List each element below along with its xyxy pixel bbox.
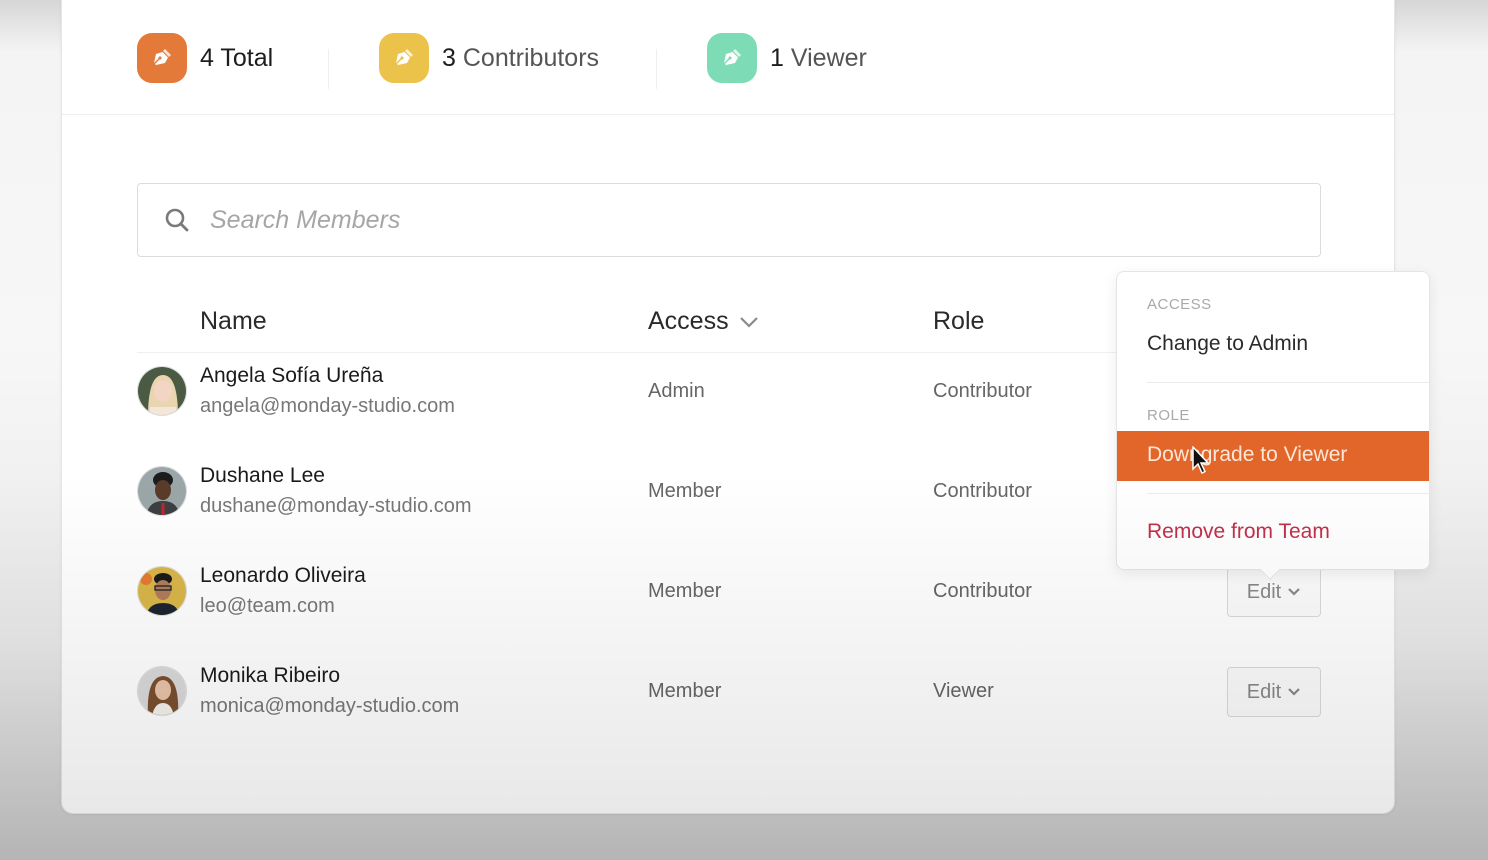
menu-item-downgrade-label: Downgrade to Viewer xyxy=(1147,443,1348,466)
member-role: Contributor xyxy=(933,580,1032,602)
stat-contributors-label: Contributors xyxy=(462,43,600,72)
pen-nib-icon xyxy=(379,33,429,83)
member-role: Contributor xyxy=(933,480,1032,502)
menu-section-access: ACCESS xyxy=(1147,296,1212,313)
chevron-down-icon xyxy=(1288,688,1301,696)
menu-item-remove-from-team[interactable]: Remove from Team xyxy=(1147,520,1330,544)
column-header-access-label: Access xyxy=(648,307,729,335)
avatar xyxy=(137,566,187,616)
pen-nib-icon xyxy=(707,33,757,83)
chevron-down-icon xyxy=(739,316,758,328)
stat-divider xyxy=(656,49,657,89)
stat-viewer: 1 Viewer xyxy=(707,32,867,84)
column-header-access[interactable]: Access xyxy=(648,307,759,336)
search-members-field[interactable] xyxy=(137,183,1321,257)
stat-viewer-label: Viewer xyxy=(790,43,867,72)
edit-member-button[interactable]: Edit xyxy=(1227,667,1321,717)
edit-button-label: Edit xyxy=(1246,580,1282,603)
member-email: angela@monday-studio.com xyxy=(200,395,455,417)
menu-divider xyxy=(1147,382,1429,383)
member-name: Monika Ribeiro xyxy=(200,664,341,687)
chevron-down-icon xyxy=(1288,588,1301,596)
member-role: Viewer xyxy=(933,680,994,702)
member-access: Member xyxy=(648,480,722,502)
menu-item-change-to-admin[interactable]: Change to Admin xyxy=(1147,332,1308,356)
member-role: Contributor xyxy=(933,380,1032,402)
member-access: Member xyxy=(648,680,722,702)
avatar xyxy=(137,366,187,416)
member-name: Angela Sofía Ureña xyxy=(200,364,384,387)
stat-viewer-count: 1 xyxy=(770,43,784,72)
avatar xyxy=(137,666,187,716)
member-email: dushane@monday-studio.com xyxy=(200,495,472,517)
column-header-name[interactable]: Name xyxy=(200,307,267,336)
member-email: leo@team.com xyxy=(200,595,335,617)
stat-total-count: 4 xyxy=(200,43,214,72)
menu-divider xyxy=(1147,493,1429,494)
member-row: Monika Ribeiro monica@monday-studio.com … xyxy=(137,651,1321,751)
stat-divider xyxy=(328,49,329,89)
stat-total-label: Total xyxy=(220,43,274,72)
stat-total: 4 Total xyxy=(137,32,273,84)
menu-item-downgrade-to-viewer[interactable]: Downgrade to Viewer xyxy=(1117,431,1429,481)
search-icon xyxy=(165,208,189,232)
search-members-input[interactable] xyxy=(210,205,1110,235)
member-name: Leonardo Oliveira xyxy=(200,564,366,587)
pen-nib-icon xyxy=(137,33,187,83)
edit-button-label: Edit xyxy=(1246,680,1282,703)
member-stats-bar: 4 Total 3 Contributors 1 Viewer xyxy=(62,1,1394,115)
stat-contributors-count: 3 xyxy=(442,43,456,72)
member-access: Member xyxy=(648,580,722,602)
column-header-role[interactable]: Role xyxy=(933,307,984,336)
mouse-cursor-icon xyxy=(1192,446,1210,475)
stat-contributors: 3 Contributors xyxy=(379,32,599,84)
edit-member-dropdown-menu: ACCESS Change to Admin ROLE Downgrade to… xyxy=(1116,271,1430,580)
member-access: Admin xyxy=(648,380,705,402)
member-email: monica@monday-studio.com xyxy=(200,695,460,717)
menu-section-role: ROLE xyxy=(1147,407,1190,424)
member-name: Dushane Lee xyxy=(200,464,325,487)
avatar xyxy=(137,466,187,516)
